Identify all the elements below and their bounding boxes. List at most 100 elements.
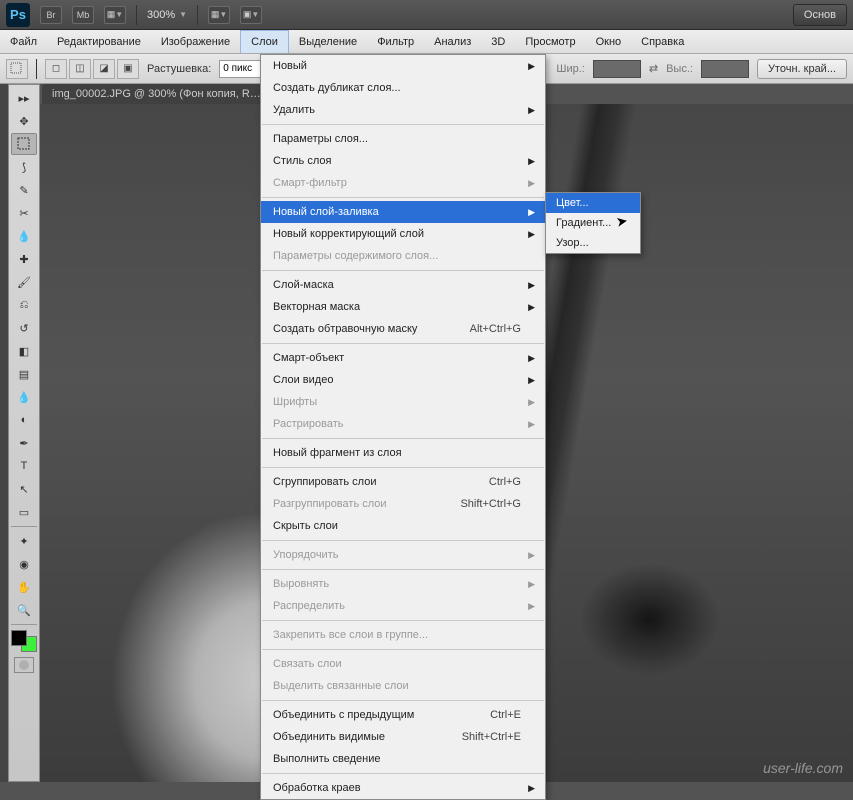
color-swatches[interactable]: [11, 630, 37, 652]
divider: [197, 5, 198, 25]
submenu-item[interactable]: Узор...: [546, 233, 640, 253]
submenu-arrow-icon: ▶: [528, 61, 535, 72]
view-extras-icon[interactable]: ▦▼: [104, 6, 126, 24]
menu-item[interactable]: Объединить с предыдущимCtrl+E: [261, 704, 545, 726]
quick-mask-toggle[interactable]: [14, 657, 34, 673]
bridge-icon[interactable]: Br: [40, 6, 62, 24]
submenu-arrow-icon: ▶: [528, 783, 535, 794]
menu-изображение[interactable]: Изображение: [151, 30, 240, 53]
zoom-tool[interactable]: 🔍: [11, 599, 37, 621]
menu-item[interactable]: Новый слой-заливка▶: [261, 201, 545, 223]
arrange-docs-icon[interactable]: ▦▼: [208, 6, 230, 24]
menu-item: Растрировать▶: [261, 413, 545, 435]
menu-item[interactable]: Слои видео▶: [261, 369, 545, 391]
handle-icon[interactable]: ▸▸: [11, 87, 37, 109]
menu-item: Связать слои: [261, 653, 545, 675]
menu-item[interactable]: Выполнить сведение: [261, 748, 545, 770]
menu-item-label: Выполнить сведение: [273, 753, 381, 765]
subtract-selection-icon[interactable]: ◪: [93, 59, 115, 79]
menu-item[interactable]: Стиль слоя▶: [261, 150, 545, 172]
submenu-arrow-icon: ▶: [528, 375, 535, 386]
menu-item[interactable]: Новый фрагмент из слоя: [261, 442, 545, 464]
gradient-tool[interactable]: ▤: [11, 363, 37, 385]
menu-item-label: Новый корректирующий слой: [273, 228, 424, 240]
new-selection-icon[interactable]: ◻: [45, 59, 67, 79]
foreground-swatch[interactable]: [11, 630, 27, 646]
menu-item[interactable]: Новый корректирующий слой▶: [261, 223, 545, 245]
menu-редактирование[interactable]: Редактирование: [47, 30, 151, 53]
height-input[interactable]: [701, 60, 749, 78]
move-tool[interactable]: ✥: [11, 110, 37, 132]
crop-tool[interactable]: ✂: [11, 202, 37, 224]
menu-item-label: Сгруппировать слои: [273, 476, 376, 488]
refine-edge-button[interactable]: Уточн. край...: [757, 59, 847, 79]
menu-выделение[interactable]: Выделение: [289, 30, 367, 53]
menu-item[interactable]: Удалить▶: [261, 99, 545, 121]
feather-label: Растушевка:: [147, 63, 211, 75]
brush-tool[interactable]: 🖌: [11, 271, 37, 293]
3d-tool[interactable]: ✦: [11, 530, 37, 552]
swap-dims-icon[interactable]: ⇄: [649, 62, 658, 75]
menu-separator: [262, 620, 544, 621]
width-input[interactable]: [593, 60, 641, 78]
menubar: ФайлРедактированиеИзображениеСлоиВыделен…: [0, 30, 853, 54]
submenu-item[interactable]: Цвет...: [546, 193, 640, 213]
workspace-button[interactable]: Основ: [793, 4, 847, 26]
quick-select-tool[interactable]: ✎: [11, 179, 37, 201]
type-tool[interactable]: T: [11, 455, 37, 477]
divider: [11, 526, 37, 527]
screen-mode-icon[interactable]: ▣▼: [240, 6, 262, 24]
stamp-tool[interactable]: ⎌: [11, 294, 37, 316]
menu-просмотр[interactable]: Просмотр: [515, 30, 585, 53]
menu-фильтр[interactable]: Фильтр: [367, 30, 424, 53]
menu-item: Закрепить все слои в группе...: [261, 624, 545, 646]
menu-окно[interactable]: Окно: [586, 30, 632, 53]
menu-item-label: Растрировать: [273, 418, 344, 430]
healing-tool[interactable]: ✚: [11, 248, 37, 270]
path-select-tool[interactable]: ↖: [11, 478, 37, 500]
eraser-tool[interactable]: ◧: [11, 340, 37, 362]
menu-item[interactable]: Смарт-объект▶: [261, 347, 545, 369]
dodge-tool[interactable]: ◐: [11, 409, 37, 431]
menu-3d[interactable]: 3D: [481, 30, 515, 53]
history-brush-tool[interactable]: ↺: [11, 317, 37, 339]
menu-слои[interactable]: Слои: [240, 30, 289, 53]
menu-item-label: Объединить с предыдущим: [273, 709, 414, 721]
menu-item[interactable]: Создать обтравочную маскуAlt+Ctrl+G: [261, 318, 545, 340]
menu-item-label: Новый слой-заливка: [273, 206, 379, 218]
menu-item[interactable]: Объединить видимыеShift+Ctrl+E: [261, 726, 545, 748]
document-tab[interactable]: img_00002.JPG @ 300% (Фон копия, R… ✕: [42, 84, 288, 104]
pen-tool[interactable]: ✒: [11, 432, 37, 454]
menu-item[interactable]: Скрыть слои: [261, 515, 545, 537]
intersect-selection-icon[interactable]: ▣: [117, 59, 139, 79]
3d-camera-tool[interactable]: ◉: [11, 553, 37, 575]
menu-item[interactable]: Новый▶: [261, 55, 545, 77]
menu-item: Распределить▶: [261, 595, 545, 617]
menu-item[interactable]: Параметры слоя...: [261, 128, 545, 150]
menu-item: Параметры содержимого слоя...: [261, 245, 545, 267]
menu-справка[interactable]: Справка: [631, 30, 694, 53]
menu-item-label: Упорядочить: [273, 549, 338, 561]
submenu-arrow-icon: ▶: [528, 353, 535, 364]
marquee-tool[interactable]: [11, 133, 37, 155]
zoom-dropdown[interactable]: 300% ▼: [147, 9, 187, 21]
menu-item[interactable]: Слой-маска▶: [261, 274, 545, 296]
tool-preset-icon[interactable]: [6, 59, 28, 79]
menu-item[interactable]: Обработка краев ▶: [261, 777, 545, 799]
minibridge-icon[interactable]: Mb: [72, 6, 94, 24]
menu-анализ[interactable]: Анализ: [424, 30, 481, 53]
menu-separator: [262, 700, 544, 701]
add-selection-icon[interactable]: ◫: [69, 59, 91, 79]
menu-item[interactable]: Создать дубликат слоя...: [261, 77, 545, 99]
lasso-tool[interactable]: ⟆: [11, 156, 37, 178]
menu-файл[interactable]: Файл: [0, 30, 47, 53]
menu-separator: [262, 649, 544, 650]
menu-separator: [262, 540, 544, 541]
blur-tool[interactable]: 💧: [11, 386, 37, 408]
menu-item[interactable]: Сгруппировать слоиCtrl+G: [261, 471, 545, 493]
eyedropper-tool[interactable]: 💧: [11, 225, 37, 247]
hand-tool[interactable]: ✋: [11, 576, 37, 598]
menu-item-label: Обработка краев: [273, 782, 361, 794]
shape-tool[interactable]: ▭: [11, 501, 37, 523]
menu-item[interactable]: Векторная маска▶: [261, 296, 545, 318]
